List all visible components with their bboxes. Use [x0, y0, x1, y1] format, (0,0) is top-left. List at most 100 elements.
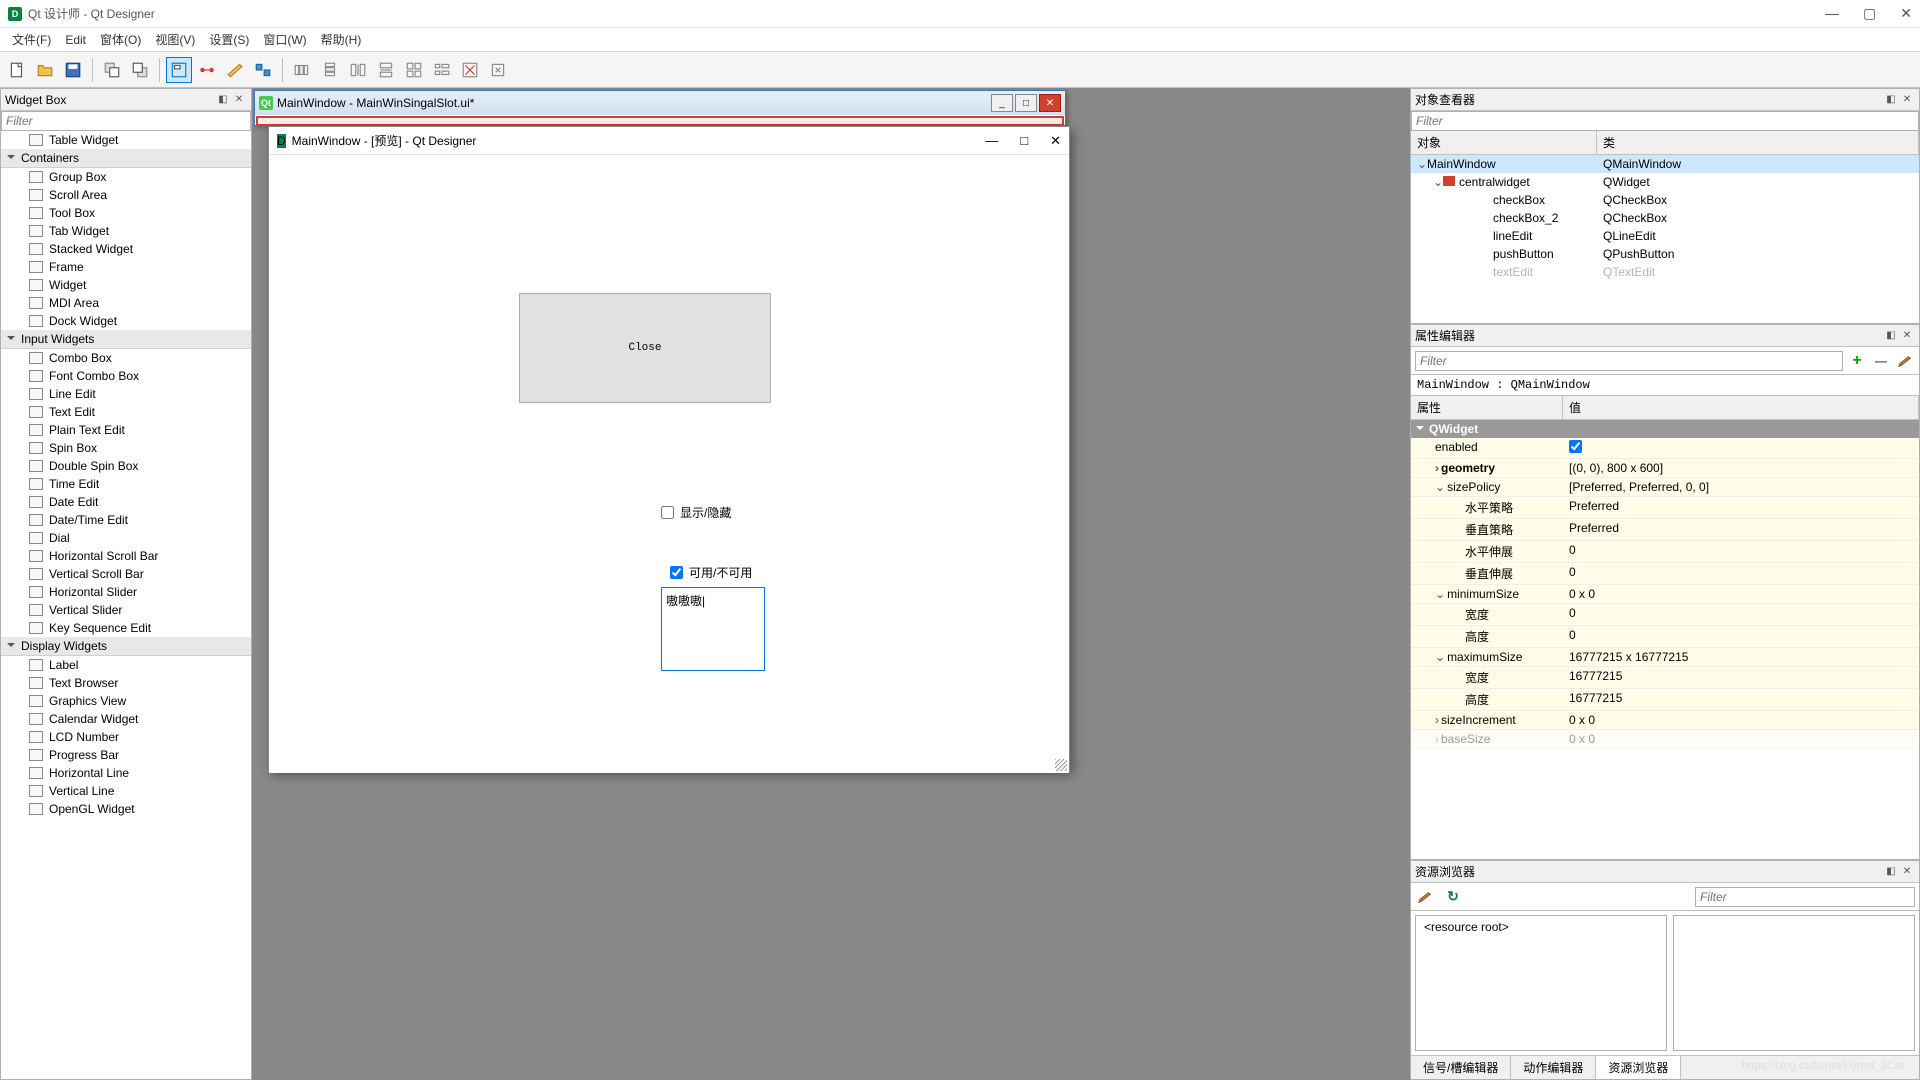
save-file-button[interactable]	[60, 57, 86, 83]
mdi-maximize-button[interactable]: □	[1015, 94, 1037, 112]
property-table[interactable]: QWidgetenabled›geometry[(0, 0), 800 x 60…	[1411, 420, 1919, 859]
list-item[interactable]: Font Combo Box	[1, 367, 251, 385]
edit-widgets-button[interactable]	[166, 57, 192, 83]
dock-close-button[interactable]: ✕	[1899, 864, 1915, 880]
bottom-tab[interactable]: 信号/槽编辑器	[1411, 1056, 1511, 1079]
list-item[interactable]: Progress Bar	[1, 746, 251, 764]
list-item[interactable]: Spin Box	[1, 439, 251, 457]
tree-group-header[interactable]: Containers	[1, 149, 251, 168]
object-inspector-filter[interactable]	[1411, 111, 1919, 131]
object-tree-row[interactable]: checkBoxQCheckBox	[1411, 191, 1919, 209]
property-settings-button[interactable]	[1895, 351, 1915, 371]
property-row[interactable]: ⌄minimumSize0 x 0	[1411, 585, 1919, 604]
bottom-tab[interactable]: 资源浏览器	[1596, 1056, 1681, 1079]
dock-float-button[interactable]: ◧	[1883, 92, 1899, 108]
enable-checkbox[interactable]: 可用/不可用	[670, 564, 752, 581]
list-item[interactable]: Text Browser	[1, 674, 251, 692]
list-item[interactable]: Date Edit	[1, 493, 251, 511]
list-item[interactable]: Horizontal Scroll Bar	[1, 547, 251, 565]
list-item[interactable]: Key Sequence Edit	[1, 619, 251, 637]
list-item[interactable]: Tab Widget	[1, 222, 251, 240]
menu-view[interactable]: 视图(V)	[149, 29, 201, 50]
canvas-area[interactable]: Qt MainWindow - MainWinSingalSlot.ui* _ …	[252, 88, 1410, 1080]
layout-hsplitter-button[interactable]	[345, 57, 371, 83]
list-item[interactable]: Line Edit	[1, 385, 251, 403]
property-filter[interactable]	[1415, 351, 1843, 371]
layout-grid-button[interactable]	[401, 57, 427, 83]
property-row[interactable]: 水平策略Preferred	[1411, 497, 1919, 519]
property-row[interactable]: 水平伸展0	[1411, 541, 1919, 563]
preview-window[interactable]: D MainWindow - [预览] - Qt Designer — □ ✕ …	[268, 126, 1070, 772]
object-tree-row[interactable]: ⌄MainWindowQMainWindow	[1411, 155, 1919, 173]
dock-float-button[interactable]: ◧	[215, 92, 231, 108]
show-hide-checkbox[interactable]: 显示/隐藏	[661, 504, 731, 521]
list-item[interactable]: Horizontal Line	[1, 764, 251, 782]
menu-file[interactable]: 文件(F)	[6, 29, 57, 50]
preview-close-button[interactable]: ✕	[1050, 133, 1061, 149]
break-layout-button[interactable]	[457, 57, 483, 83]
close-button[interactable]: ✕	[1900, 5, 1912, 22]
edit-buddies-button[interactable]	[222, 57, 248, 83]
minimize-button[interactable]: —	[1825, 5, 1839, 22]
reload-resources-button[interactable]: ↻	[1443, 887, 1463, 907]
list-item[interactable]: Table Widget	[1, 131, 251, 149]
list-item[interactable]: Dial	[1, 529, 251, 547]
list-item[interactable]: Vertical Scroll Bar	[1, 565, 251, 583]
property-row[interactable]: 高度0	[1411, 626, 1919, 648]
edit-resources-button[interactable]	[1415, 887, 1435, 907]
list-item[interactable]: Date/Time Edit	[1, 511, 251, 529]
edit-signals-button[interactable]	[194, 57, 220, 83]
resource-filter[interactable]	[1695, 887, 1915, 907]
list-item[interactable]: Text Edit	[1, 403, 251, 421]
dock-float-button[interactable]: ◧	[1883, 864, 1899, 880]
menu-help[interactable]: 帮助(H)	[315, 29, 368, 50]
object-tree-row[interactable]: pushButtonQPushButton	[1411, 245, 1919, 263]
widget-box-tree[interactable]: Table WidgetContainersGroup BoxScroll Ar…	[1, 131, 251, 1079]
property-row[interactable]: enabled	[1411, 438, 1919, 459]
list-item[interactable]: Graphics View	[1, 692, 251, 710]
new-file-button[interactable]	[4, 57, 30, 83]
dock-close-button[interactable]: ✕	[231, 92, 247, 108]
object-tree-row[interactable]: checkBox_2QCheckBox	[1411, 209, 1919, 227]
class-column-header[interactable]: 类	[1597, 131, 1919, 154]
dock-float-button[interactable]: ◧	[1883, 328, 1899, 344]
tree-group-header[interactable]: Display Widgets	[1, 637, 251, 656]
maximize-button[interactable]: ▢	[1863, 5, 1876, 22]
list-item[interactable]: Horizontal Slider	[1, 583, 251, 601]
property-row[interactable]: ›geometry[(0, 0), 800 x 600]	[1411, 459, 1919, 478]
property-row[interactable]: ⌄maximumSize16777215 x 16777215	[1411, 648, 1919, 667]
property-row[interactable]: ›sizeIncrement0 x 0	[1411, 711, 1919, 730]
list-item[interactable]: Plain Text Edit	[1, 421, 251, 439]
property-group-header[interactable]: QWidget	[1411, 420, 1919, 438]
property-value-header[interactable]: 值	[1563, 396, 1919, 419]
property-row[interactable]: 宽度16777215	[1411, 667, 1919, 689]
close-pushbutton[interactable]: Close	[519, 293, 771, 403]
mdi-minimize-button[interactable]: _	[991, 94, 1013, 112]
list-item[interactable]: Label	[1, 656, 251, 674]
menu-settings[interactable]: 设置(S)	[203, 29, 255, 50]
resource-tree[interactable]: <resource root>	[1415, 915, 1667, 1051]
preview-minimize-button[interactable]: —	[985, 133, 998, 148]
bring-front-button[interactable]	[127, 57, 153, 83]
preview-maximize-button[interactable]: □	[1020, 133, 1028, 148]
bottom-tab[interactable]: 动作编辑器	[1511, 1056, 1596, 1079]
dock-close-button[interactable]: ✕	[1899, 92, 1915, 108]
object-tree-row[interactable]: textEditQTextEdit	[1411, 263, 1919, 281]
mdi-close-button[interactable]: ✕	[1039, 94, 1061, 112]
property-name-header[interactable]: 属性	[1411, 396, 1563, 419]
list-item[interactable]: MDI Area	[1, 294, 251, 312]
send-back-button[interactable]	[99, 57, 125, 83]
property-row[interactable]: ›baseSize0 x 0	[1411, 730, 1919, 749]
property-row[interactable]: 高度16777215	[1411, 689, 1919, 711]
edit-taborder-button[interactable]	[250, 57, 276, 83]
property-row[interactable]: ⌄sizePolicy[Preferred, Preferred, 0, 0]	[1411, 478, 1919, 497]
menu-window[interactable]: 窗口(W)	[257, 29, 312, 50]
add-property-button[interactable]: +	[1847, 351, 1867, 371]
list-item[interactable]: Double Spin Box	[1, 457, 251, 475]
layout-horizontal-button[interactable]	[289, 57, 315, 83]
property-row[interactable]: 宽度0	[1411, 604, 1919, 626]
text-edit[interactable]: 嗷嗷嗷|	[661, 587, 765, 671]
list-item[interactable]: OpenGL Widget	[1, 800, 251, 818]
property-row[interactable]: 垂直策略Preferred	[1411, 519, 1919, 541]
list-item[interactable]: Scroll Area	[1, 186, 251, 204]
